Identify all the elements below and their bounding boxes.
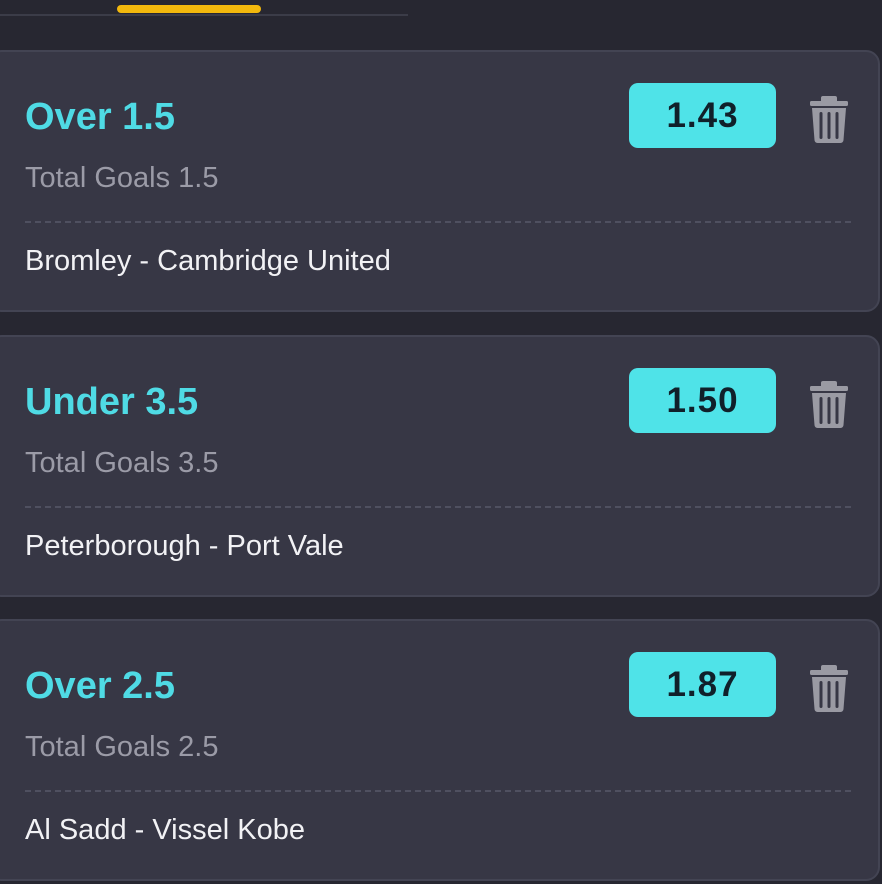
- bet-selection: Over 1.5: [25, 96, 175, 138]
- card-divider: [25, 506, 851, 508]
- bet-selection: Under 3.5: [25, 381, 199, 423]
- bet-market: Total Goals 3.5: [25, 447, 219, 479]
- active-tab-indicator: [117, 5, 261, 13]
- bet-card: Under 3.5 Total Goals 3.5 Peterborough -…: [0, 335, 880, 597]
- card-divider: [25, 790, 851, 792]
- delete-bet-button[interactable]: [807, 379, 851, 429]
- trash-icon: [810, 381, 848, 428]
- odds-button[interactable]: 1.87: [629, 652, 776, 717]
- trash-icon: [810, 96, 848, 143]
- odds-button[interactable]: 1.43: [629, 83, 776, 148]
- tab-strip: [0, 0, 408, 16]
- betslip-page: Over 1.5 Total Goals 1.5 Bromley - Cambr…: [0, 0, 882, 884]
- bet-selection: Over 2.5: [25, 665, 175, 707]
- delete-bet-button[interactable]: [807, 94, 851, 144]
- bet-market: Total Goals 2.5: [25, 731, 219, 763]
- delete-bet-button[interactable]: [807, 663, 851, 713]
- bet-match: Bromley - Cambridge United: [25, 245, 391, 277]
- bet-card: Over 1.5 Total Goals 1.5 Bromley - Cambr…: [0, 50, 880, 312]
- bet-market: Total Goals 1.5: [25, 162, 219, 194]
- trash-icon: [810, 665, 848, 712]
- odds-button[interactable]: 1.50: [629, 368, 776, 433]
- card-divider: [25, 221, 851, 223]
- bet-match: Al Sadd - Vissel Kobe: [25, 814, 305, 846]
- bet-match: Peterborough - Port Vale: [25, 530, 344, 562]
- bet-card: Over 2.5 Total Goals 2.5 Al Sadd - Visse…: [0, 619, 880, 881]
